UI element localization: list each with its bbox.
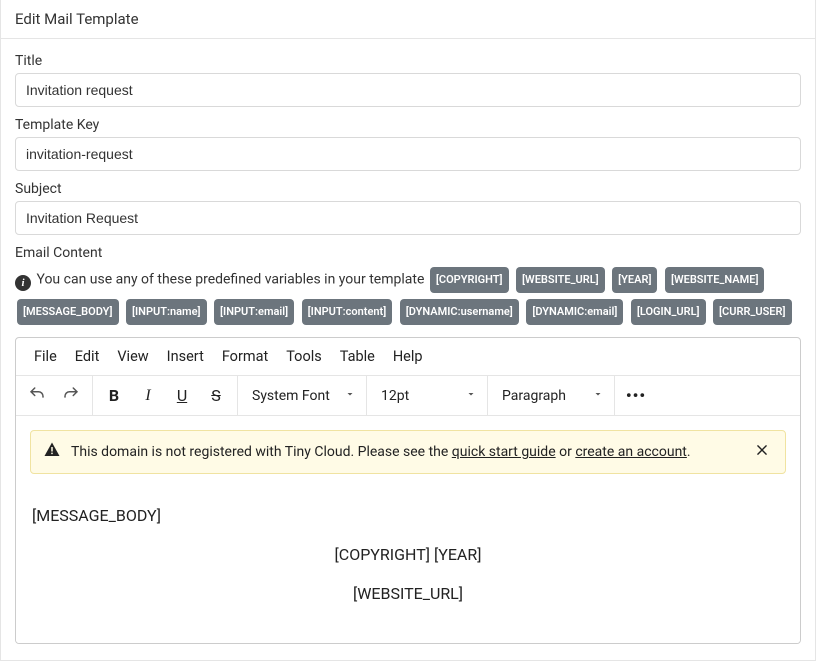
subject-label: Subject <box>15 181 801 197</box>
font-family-select[interactable]: System Font <box>242 379 362 413</box>
menu-tools[interactable]: Tools <box>278 344 330 369</box>
variable-tag[interactable]: [WEBSITE_NAME] <box>665 267 765 293</box>
editor-content-area[interactable]: This domain is not registered with Tiny … <box>16 416 800 643</box>
tiny-cloud-warning: This domain is not registered with Tiny … <box>30 430 786 474</box>
warning-icon <box>43 441 61 463</box>
chevron-down-icon <box>344 388 356 404</box>
font-size-value: 12pt <box>381 388 409 404</box>
body-line: [COPYRIGHT] [YEAR] <box>32 545 784 564</box>
variable-tag[interactable]: [INPUT:name] <box>126 299 207 325</box>
underline-icon: U <box>177 386 187 405</box>
strikethrough-icon: S <box>211 386 221 405</box>
chevron-down-icon <box>465 388 477 404</box>
subject-input[interactable] <box>15 201 801 235</box>
editor-body[interactable]: [MESSAGE_BODY] [COPYRIGHT] [YEAR] [WEBSI… <box>30 474 786 603</box>
variable-tag[interactable]: [DYNAMIC:username] <box>400 299 519 325</box>
quick-start-link[interactable]: quick start guide <box>452 444 556 460</box>
block-format-value: Paragraph <box>502 388 566 404</box>
editor-toolbar: B I U S System Font <box>16 376 800 416</box>
template-key-input[interactable] <box>15 137 801 171</box>
variable-tag[interactable]: [YEAR] <box>612 267 657 293</box>
undo-icon <box>28 385 46 407</box>
strikethrough-button[interactable]: S <box>199 379 233 413</box>
menu-view[interactable]: View <box>109 344 156 369</box>
variable-tag[interactable]: [DYNAMIC:email] <box>526 299 623 325</box>
italic-button[interactable]: I <box>131 379 165 413</box>
more-icon: ••• <box>626 386 646 405</box>
bold-icon: B <box>109 386 119 405</box>
title-input[interactable] <box>15 73 801 107</box>
variable-tag[interactable]: [CURR_USER] <box>713 299 791 325</box>
body-line: [MESSAGE_BODY] <box>32 506 784 525</box>
variables-hint: i You can use any of these predefined va… <box>15 265 801 295</box>
variable-tag[interactable]: [INPUT:content] <box>302 299 393 325</box>
panel-body: Title Template Key Subject Email Content… <box>1 39 815 660</box>
variable-tag[interactable]: [INPUT:email] <box>214 299 294 325</box>
body-line: [WEBSITE_URL] <box>32 584 784 603</box>
template-key-label: Template Key <box>15 117 801 133</box>
menu-table[interactable]: Table <box>332 344 383 369</box>
more-button[interactable]: ••• <box>619 379 653 413</box>
info-icon: i <box>15 275 31 291</box>
panel-title: Edit Mail Template <box>1 0 815 39</box>
bold-button[interactable]: B <box>97 379 131 413</box>
chevron-down-icon <box>592 388 604 404</box>
variable-tag[interactable]: [COPYRIGHT] <box>430 267 509 293</box>
redo-button[interactable] <box>54 379 88 413</box>
editor-menubar: File Edit View Insert Format Tools Table… <box>16 338 800 376</box>
menu-insert[interactable]: Insert <box>159 344 212 369</box>
italic-icon: I <box>145 387 150 405</box>
warning-text: This domain is not registered with Tiny … <box>71 444 741 460</box>
block-format-select[interactable]: Paragraph <box>492 379 610 413</box>
close-icon <box>755 443 769 461</box>
menu-format[interactable]: Format <box>214 344 276 369</box>
variable-tag[interactable]: [MESSAGE_BODY] <box>17 299 119 325</box>
variable-tag[interactable]: [WEBSITE_URL] <box>516 267 605 293</box>
redo-icon <box>62 385 80 407</box>
variables-hint-text: You can use any of these predefined vari… <box>36 272 424 288</box>
email-content-label: Email Content <box>15 245 801 261</box>
font-size-select[interactable]: 12pt <box>371 379 483 413</box>
variables-row-2: [MESSAGE_BODY] [INPUT:name] [INPUT:email… <box>15 297 801 327</box>
undo-button[interactable] <box>20 379 54 413</box>
rich-text-editor: File Edit View Insert Format Tools Table… <box>15 337 801 644</box>
title-label: Title <box>15 53 801 69</box>
underline-button[interactable]: U <box>165 379 199 413</box>
close-warning-button[interactable] <box>751 441 773 463</box>
font-family-value: System Font <box>252 388 330 404</box>
edit-mail-template-panel: Edit Mail Template Title Template Key Su… <box>0 0 816 661</box>
menu-help[interactable]: Help <box>385 344 431 369</box>
menu-edit[interactable]: Edit <box>67 344 108 369</box>
variable-tag[interactable]: [LOGIN_URL] <box>631 299 706 325</box>
create-account-link[interactable]: create an account <box>575 444 687 460</box>
menu-file[interactable]: File <box>26 344 65 369</box>
